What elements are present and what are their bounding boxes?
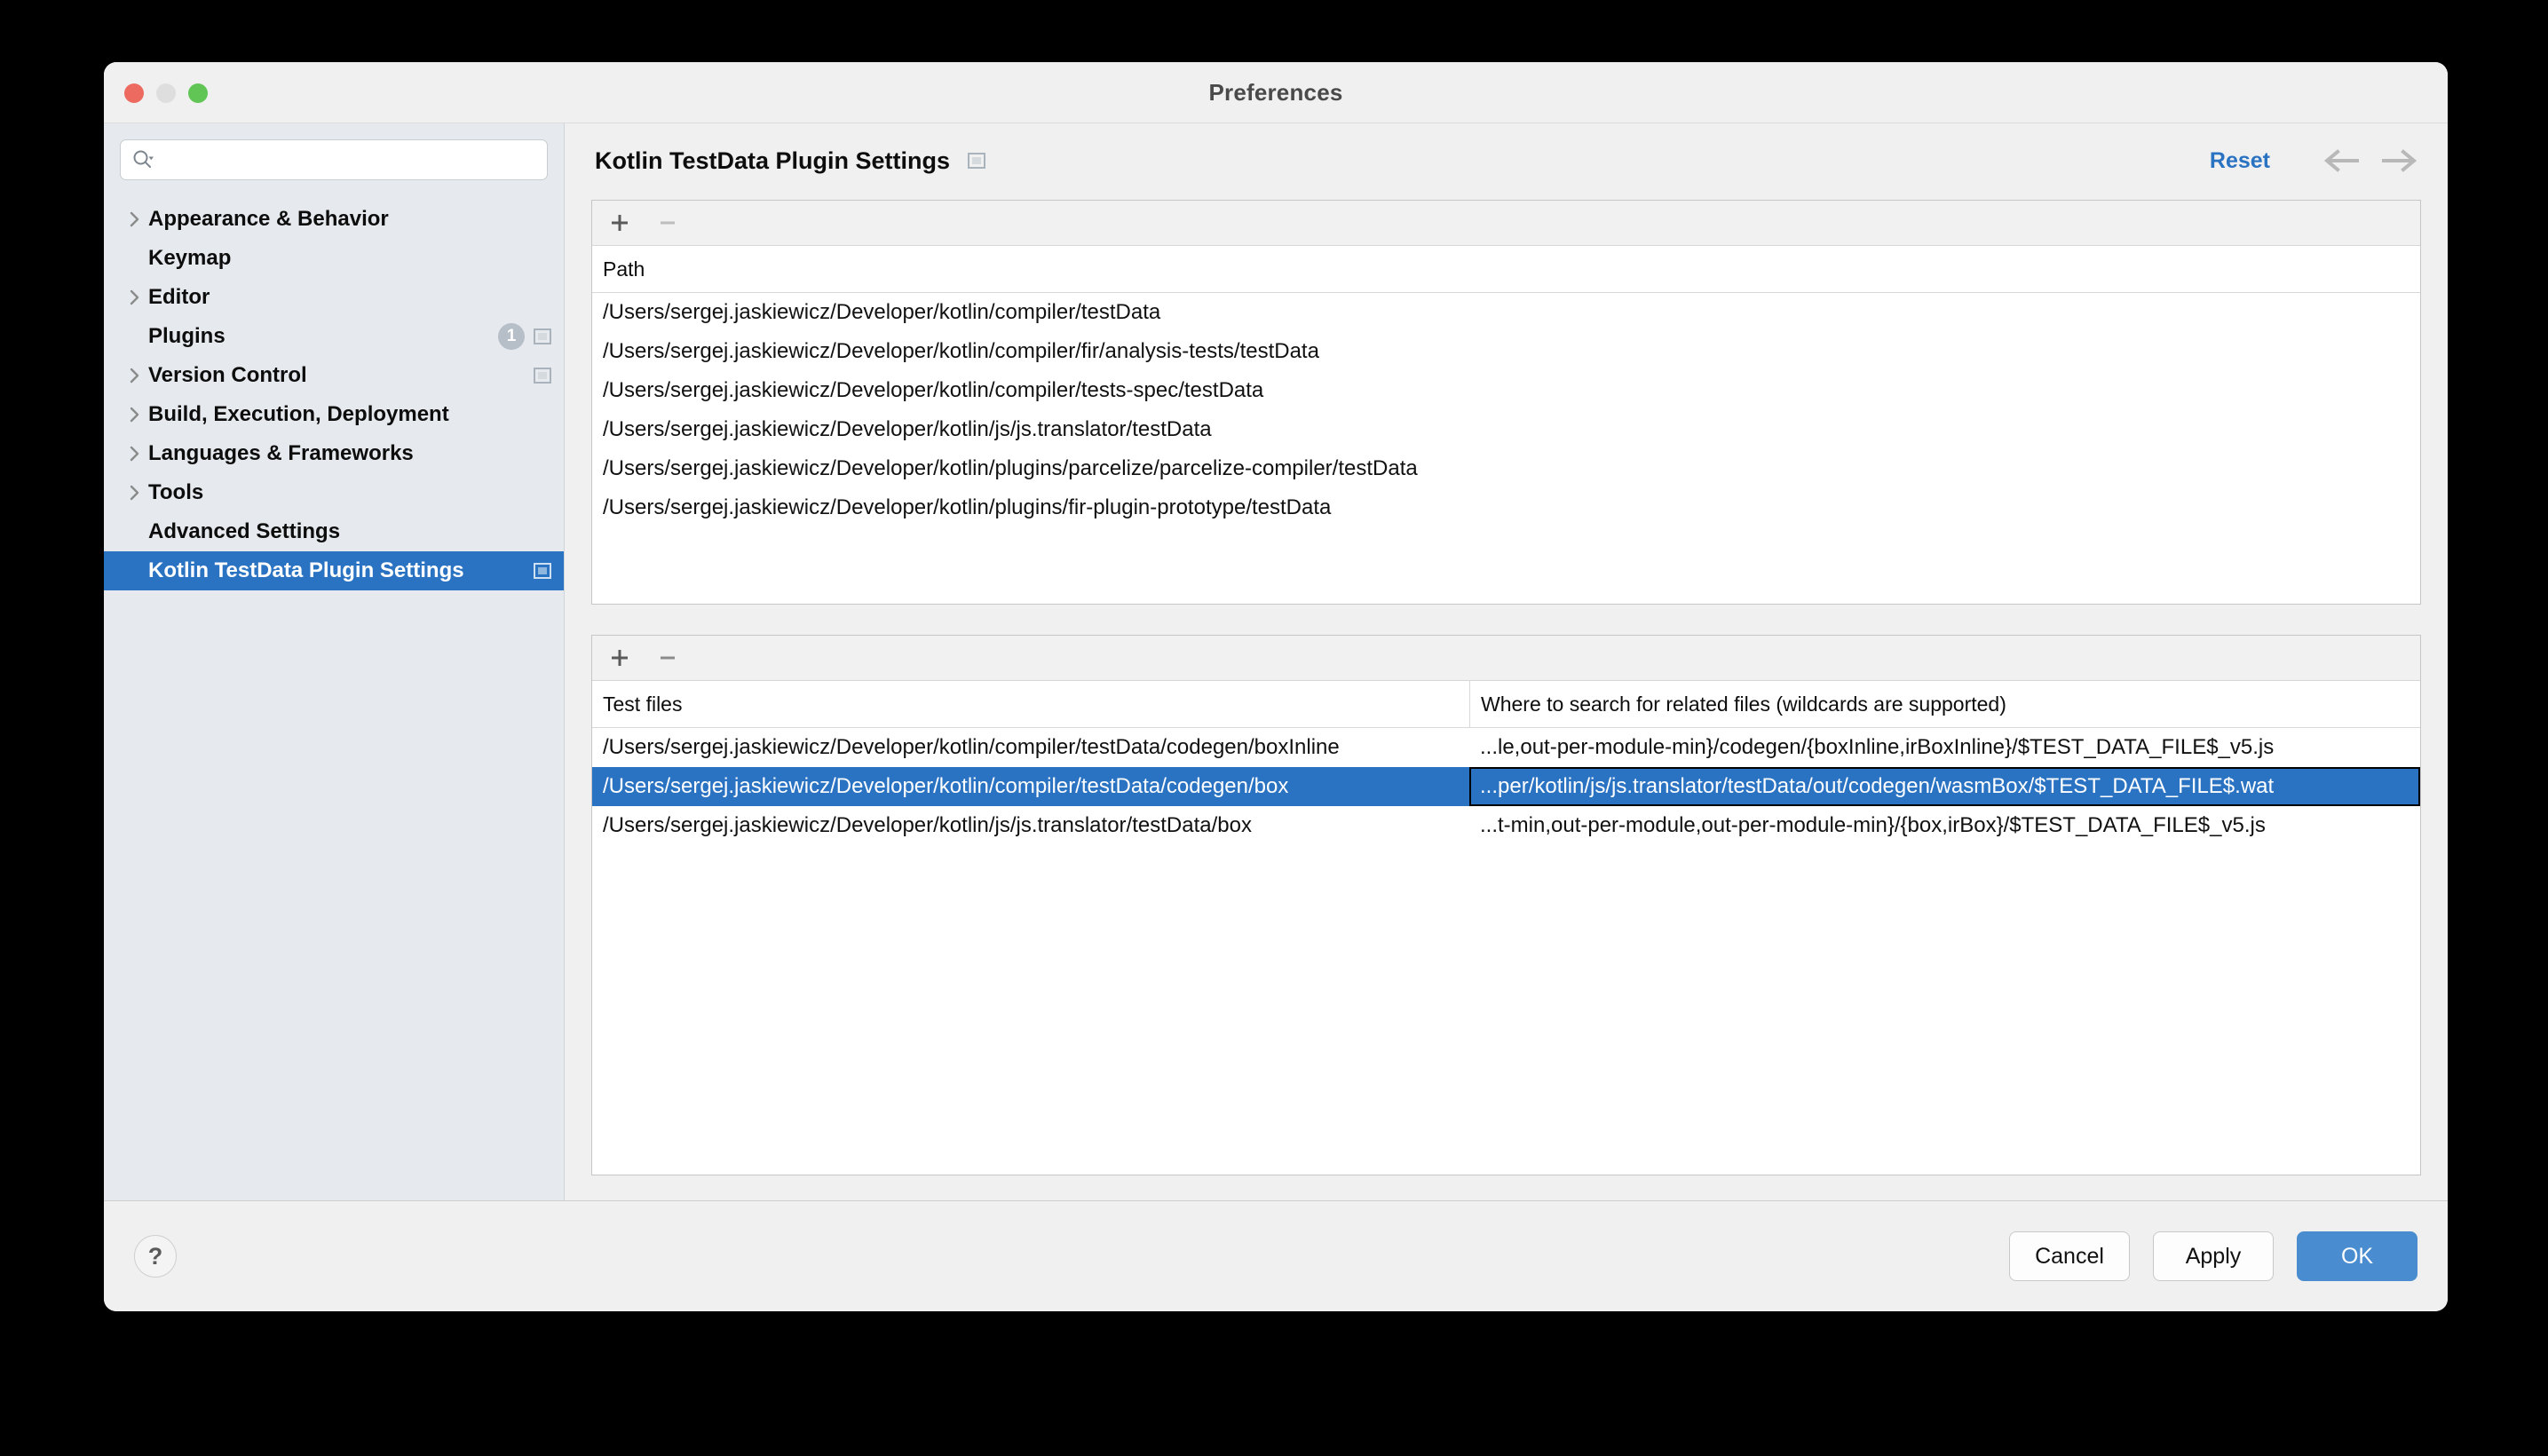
path-cell[interactable]: /Users/sergej.jaskiewicz/Developer/kotli… — [592, 488, 2420, 527]
table-row[interactable]: /Users/sergej.jaskiewicz/Developer/kotli… — [592, 767, 2420, 806]
sidebar-item-build-execution-deployment[interactable]: Build, Execution, Deployment — [104, 395, 564, 434]
chevron-right-icon[interactable] — [123, 405, 146, 424]
sidebar-item-kotlin-testdata-plugin-settings[interactable]: Kotlin TestData Plugin Settings — [104, 551, 564, 590]
settings-sidebar: Appearance & Behavior Keymap Editor Plugins… — [104, 123, 565, 1200]
sidebar-item-label: Languages & Frameworks — [148, 441, 414, 465]
sidebar-item-label: Kotlin TestData Plugin Settings — [148, 558, 464, 582]
testdata-paths-panel: Path /Users/sergej.jaskiewicz/Developer/… — [591, 200, 2421, 605]
path-cell[interactable]: /Users/sergej.jaskiewicz/Developer/kotli… — [592, 371, 2420, 410]
search-field[interactable] — [120, 139, 548, 180]
cancel-button[interactable]: Cancel — [2009, 1231, 2130, 1281]
column-header-test-files[interactable]: Test files — [592, 681, 1469, 727]
search-pattern-cell[interactable]: ...t-min,out-per-module,out-per-module-m… — [1469, 806, 2420, 845]
tests-toolbar — [592, 636, 2420, 681]
panel-window-icon — [968, 153, 986, 169]
page-title: Kotlin TestData Plugin Settings — [595, 146, 951, 174]
path-cell[interactable]: /Users/sergej.jaskiewicz/Developer/kotli… — [592, 332, 2420, 371]
apply-button[interactable]: Apply — [2153, 1231, 2274, 1281]
remove-path-button[interactable] — [656, 211, 679, 234]
sidebar-item-label: Advanced Settings — [148, 519, 341, 543]
table-row[interactable]: /Users/sergej.jaskiewicz/Developer/kotli… — [592, 488, 2420, 527]
add-test-file-button[interactable] — [608, 646, 631, 669]
main-header: Kotlin TestData Plugin Settings Reset — [591, 123, 2421, 198]
arrow-right-icon[interactable] — [2380, 149, 2417, 172]
sidebar-item-label: Editor — [148, 285, 210, 309]
panel-window-icon — [534, 368, 551, 384]
search-pattern-cell[interactable]: ...per/kotlin/js/js.translator/testData/… — [1469, 767, 2420, 806]
table-row[interactable]: /Users/sergej.jaskiewicz/Developer/kotli… — [592, 293, 2420, 332]
window-title: Preferences — [1208, 79, 1343, 106]
chevron-right-icon[interactable] — [123, 444, 146, 463]
test-files-panel: Test files Where to search for related f… — [591, 635, 2421, 1175]
column-header-search-pattern[interactable]: Where to search for related files (wildc… — [1469, 681, 2420, 727]
sidebar-item-advanced-settings[interactable]: Advanced Settings — [104, 512, 564, 551]
status-badge: 1 — [498, 323, 525, 350]
chevron-right-icon[interactable] — [123, 288, 146, 307]
help-button[interactable]: ? — [134, 1235, 177, 1278]
chevron-right-icon[interactable] — [123, 210, 146, 229]
sidebar-item-languages-frameworks[interactable]: Languages & Frameworks — [104, 434, 564, 473]
panel-window-icon — [534, 328, 551, 344]
settings-main-pane: Kotlin TestData Plugin Settings Reset Pa… — [565, 123, 2448, 1200]
ok-button[interactable]: OK — [2297, 1231, 2417, 1281]
table-row[interactable]: /Users/sergej.jaskiewicz/Developer/kotli… — [592, 806, 2420, 845]
table-row[interactable]: /Users/sergej.jaskiewicz/Developer/kotli… — [592, 332, 2420, 371]
sidebar-item-label: Build, Execution, Deployment — [148, 402, 449, 426]
test-files-cell[interactable]: /Users/sergej.jaskiewicz/Developer/kotli… — [592, 767, 1469, 806]
remove-test-file-button[interactable] — [656, 646, 679, 669]
sidebar-item-plugins[interactable]: Plugins 1 — [104, 317, 564, 356]
tests-table-header: Test files Where to search for related f… — [592, 681, 2420, 728]
dialog-footer: ? Cancel Apply OK — [104, 1201, 2448, 1311]
paths-toolbar — [592, 201, 2420, 246]
panel-gap — [591, 605, 2421, 635]
sidebar-item-editor[interactable]: Editor — [104, 278, 564, 317]
chevron-right-icon[interactable] — [123, 483, 146, 502]
paths-table-header: Path — [592, 246, 2420, 293]
test-files-cell[interactable]: /Users/sergej.jaskiewicz/Developer/kotli… — [592, 728, 1469, 767]
sidebar-item-label: Version Control — [148, 363, 307, 387]
sidebar-item-keymap[interactable]: Keymap — [104, 239, 564, 278]
sidebar-item-label: Plugins — [148, 324, 226, 348]
table-row[interactable]: /Users/sergej.jaskiewicz/Developer/kotli… — [592, 449, 2420, 488]
preferences-window: Preferences Appearance & Behavior Keymap E… — [104, 62, 2448, 1311]
path-cell[interactable]: /Users/sergej.jaskiewicz/Developer/kotli… — [592, 410, 2420, 449]
add-path-button[interactable] — [608, 211, 631, 234]
sidebar-item-label: Appearance & Behavior — [148, 207, 389, 231]
chevron-right-icon[interactable] — [123, 366, 146, 385]
table-row[interactable]: /Users/sergej.jaskiewicz/Developer/kotli… — [592, 728, 2420, 767]
window-titlebar: Preferences — [104, 62, 2448, 123]
table-row[interactable]: /Users/sergej.jaskiewicz/Developer/kotli… — [592, 410, 2420, 449]
sidebar-item-label: Keymap — [148, 246, 232, 270]
sidebar-item-label: Tools — [148, 480, 204, 504]
panel-window-icon — [534, 563, 551, 579]
table-row[interactable]: /Users/sergej.jaskiewicz/Developer/kotli… — [592, 371, 2420, 410]
sidebar-item-appearance-behavior[interactable]: Appearance & Behavior — [104, 200, 564, 239]
arrow-left-icon[interactable] — [2323, 149, 2361, 172]
settings-tree: Appearance & Behavior Keymap Editor Plugins… — [104, 194, 564, 590]
search-icon — [131, 148, 154, 171]
path-cell[interactable]: /Users/sergej.jaskiewicz/Developer/kotli… — [592, 293, 2420, 332]
path-cell[interactable]: /Users/sergej.jaskiewicz/Developer/kotli… — [592, 449, 2420, 488]
reset-link[interactable]: Reset — [2210, 148, 2270, 174]
column-header-path[interactable]: Path — [592, 246, 2420, 292]
tests-table-body: /Users/sergej.jaskiewicz/Developer/kotli… — [592, 728, 2420, 1175]
paths-table-body: /Users/sergej.jaskiewicz/Developer/kotli… — [592, 293, 2420, 604]
search-pattern-cell[interactable]: ...le,out-per-module-min}/codegen/{boxIn… — [1469, 728, 2420, 767]
sidebar-item-tools[interactable]: Tools — [104, 473, 564, 512]
sidebar-item-version-control[interactable]: Version Control — [104, 356, 564, 395]
window-body: Appearance & Behavior Keymap Editor Plugins… — [104, 123, 2448, 1201]
test-files-cell[interactable]: /Users/sergej.jaskiewicz/Developer/kotli… — [592, 806, 1469, 845]
search-input[interactable] — [160, 146, 536, 173]
